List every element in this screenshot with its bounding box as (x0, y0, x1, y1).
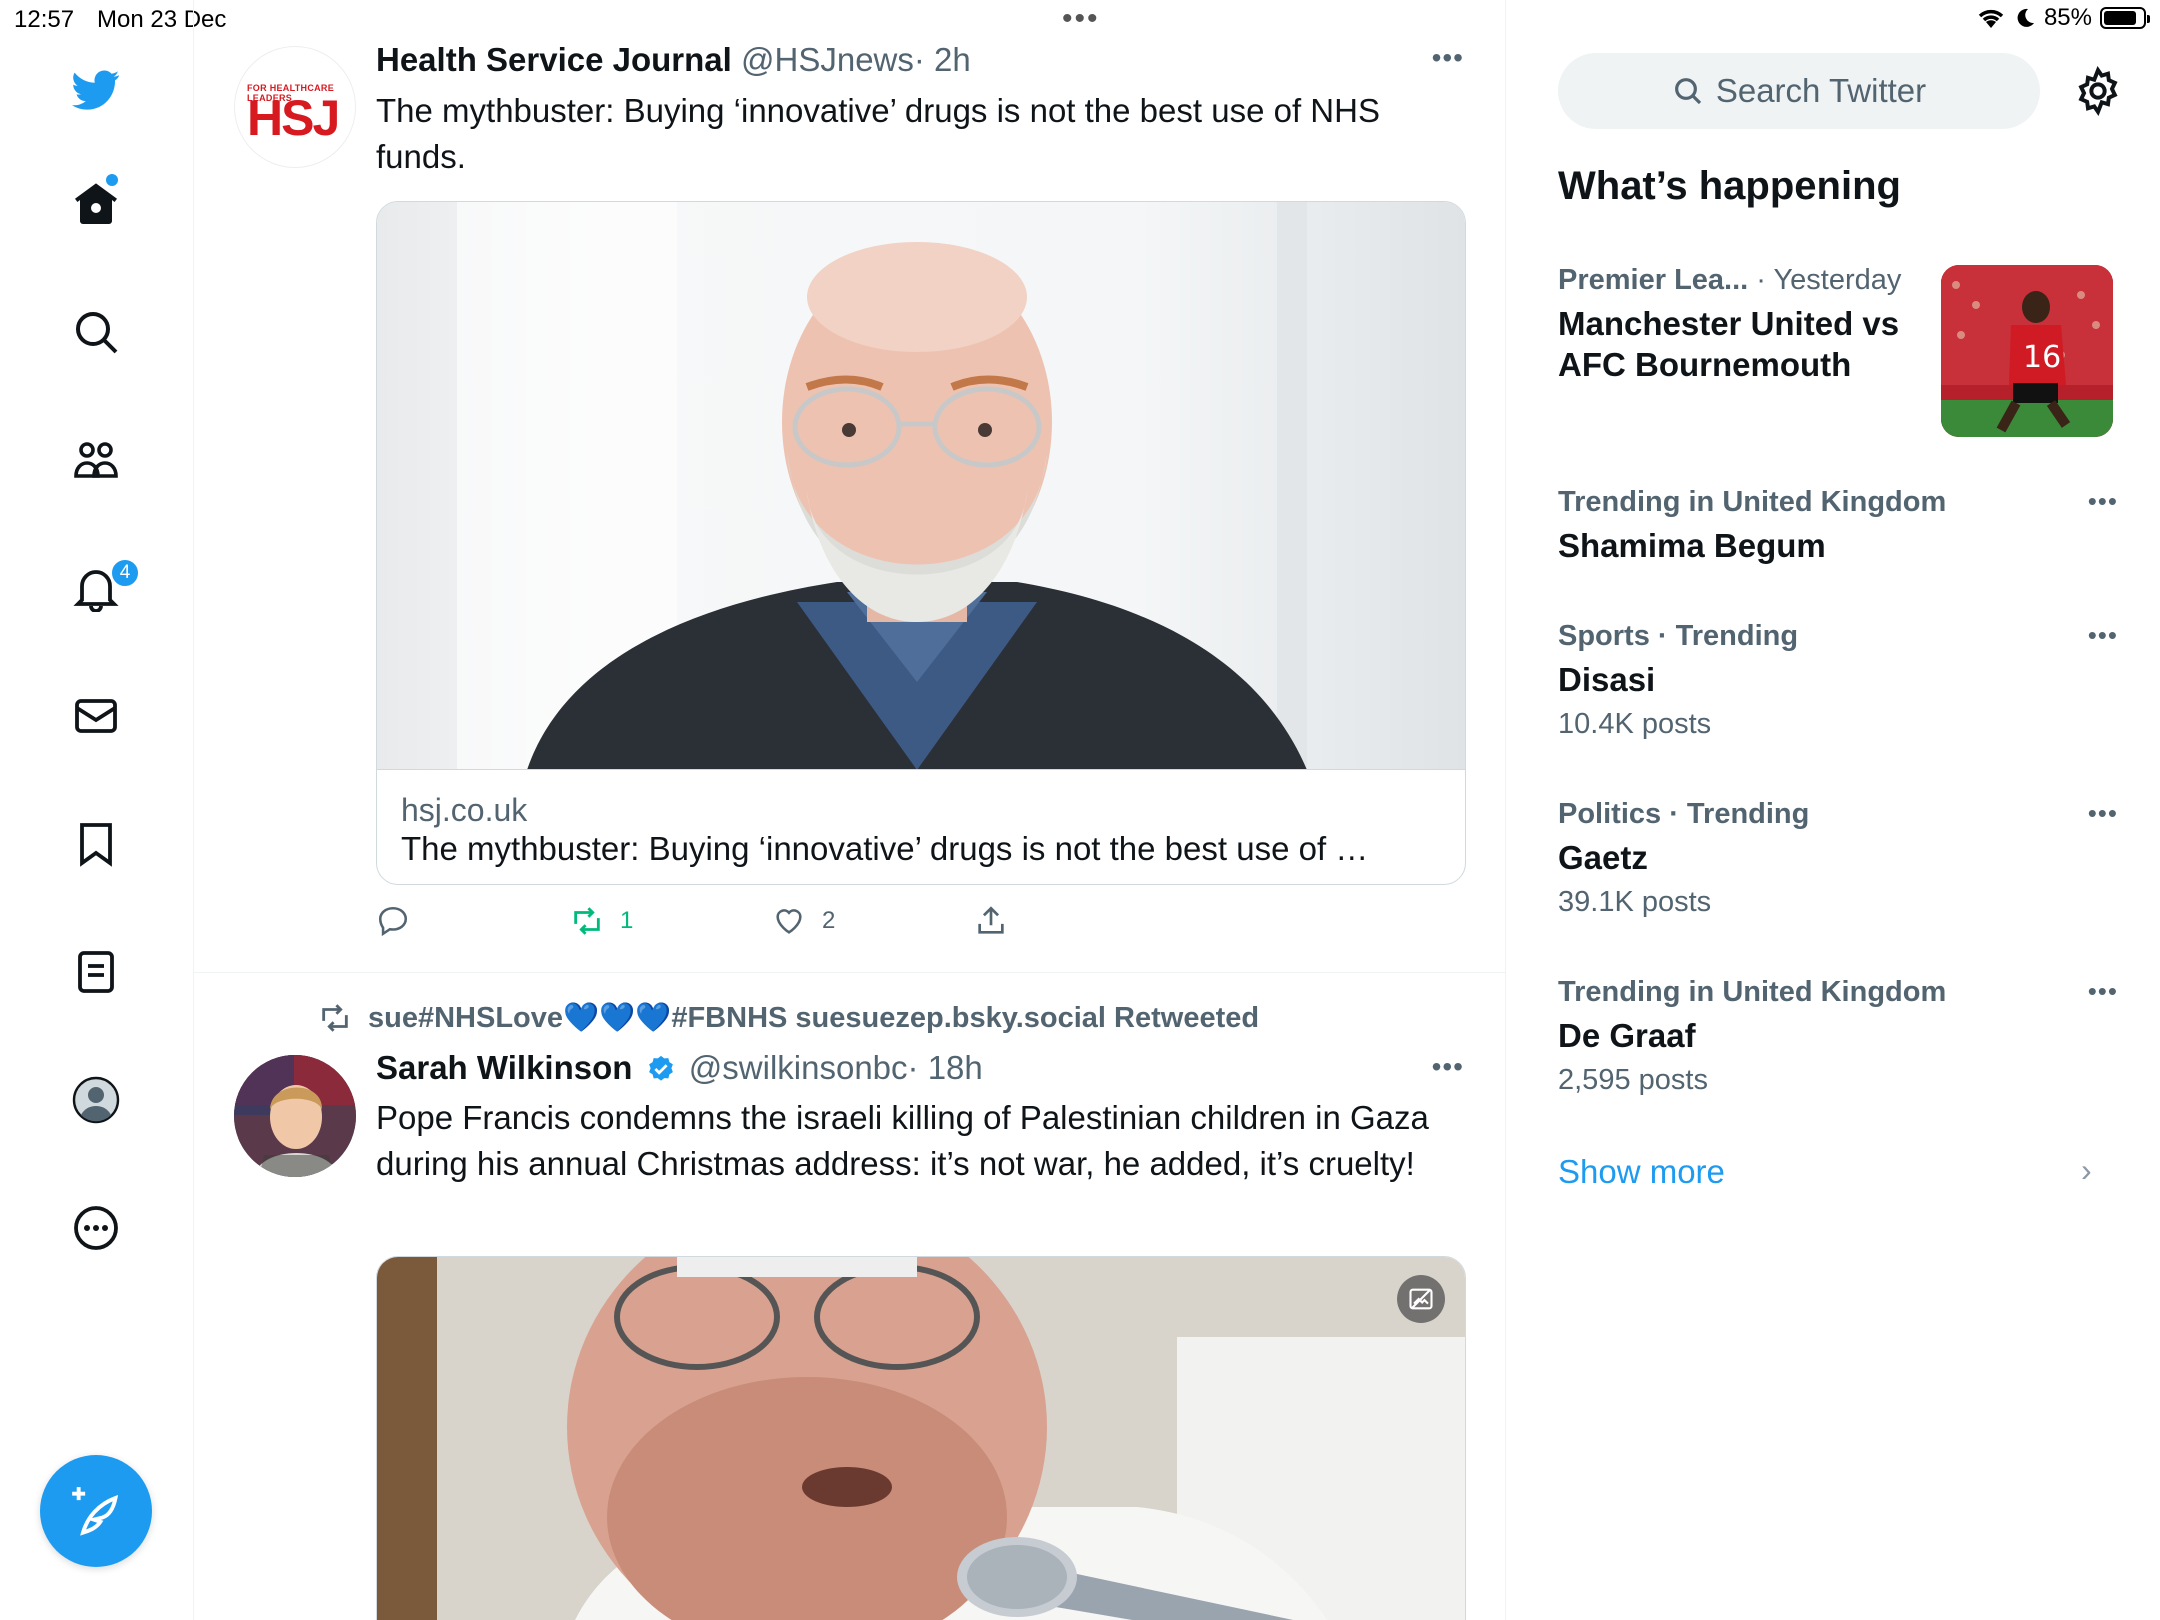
trend-category: Trending in United Kingdom (1558, 486, 1947, 518)
tweet-more-icon[interactable]: ••• (1432, 42, 1464, 74)
trend-time: · Yesterday (1756, 264, 1902, 296)
trend-thumbnail[interactable]: 16 (1941, 265, 2113, 437)
trend-topic: Shamima Begum (1558, 527, 1826, 564)
retweet-context[interactable]: sue#NHSLove💙💙💙#FBNHS suesuezep.bsky.soci… (316, 1001, 1259, 1035)
svg-text:16: 16 (2023, 340, 2061, 375)
retweet-button[interactable]: 1 (570, 904, 633, 938)
link-card-title: The mythbuster: Buying ‘innovative’ drug… (401, 830, 1369, 867)
trend-item[interactable]: Premier Lea... · Yesterday Manchester Un… (1558, 264, 1918, 385)
search-icon[interactable] (66, 302, 126, 362)
tweet-actions: 1 2 (376, 904, 1376, 944)
author-handle[interactable]: @HSJnews (741, 41, 914, 78)
trend-topic: Disasi (1558, 661, 1656, 698)
trend-topic: Gaetz (1558, 839, 1648, 876)
profile-icon[interactable] (66, 1070, 126, 1130)
tweet-text: The mythbuster: Buying ‘innovative’ drug… (376, 92, 1380, 175)
left-nav: 4 (0, 0, 194, 1620)
trend-more-icon[interactable]: ••• (2088, 976, 2118, 1007)
like-count: 2 (822, 907, 836, 934)
bookmark-icon[interactable] (66, 814, 126, 874)
link-card-domain: hsj.co.uk (401, 792, 528, 828)
search-placeholder: Search Twitter (1715, 72, 1927, 109)
author-name[interactable]: Health Service Journal (376, 41, 732, 78)
heart-icon (776, 909, 802, 934)
reply-icon (378, 906, 408, 937)
whats-happening-title: What’s happening (1558, 164, 1901, 208)
sensitive-media-icon[interactable] (1397, 1275, 1445, 1323)
tweet-header: Health Service Journal @HSJnews· 2h (376, 41, 971, 79)
trend-count: 39.1K posts (1558, 886, 1712, 918)
retweet-icon (574, 907, 600, 935)
share-button[interactable] (974, 904, 1008, 938)
avatar-photo (234, 1055, 356, 1177)
avatar-wilkinson[interactable] (234, 1055, 356, 1177)
compose-button[interactable] (40, 1455, 152, 1567)
trend-more-icon[interactable]: ••• (2088, 798, 2118, 829)
tweet-header: Sarah Wilkinson @swilkinsonbc· 18h (376, 1049, 983, 1087)
tweet-more-icon[interactable]: ••• (1432, 1051, 1464, 1083)
lists-icon[interactable] (66, 942, 126, 1002)
like-button[interactable]: 2 (772, 904, 835, 938)
show-more-link[interactable]: Show more (1558, 1153, 1725, 1191)
notifications-badge: 4 (110, 558, 140, 588)
more-icon[interactable] (66, 1198, 126, 1258)
trend-count: 2,595 posts (1558, 1064, 1708, 1096)
trend-item[interactable]: Trending in United Kingdom De Graaf 2,59… (1558, 976, 2118, 1097)
reply-button[interactable] (376, 904, 410, 938)
gear-icon[interactable] (2073, 66, 2123, 116)
retweet-context-icon (322, 1004, 348, 1032)
search-input[interactable]: Search Twitter (1558, 53, 2040, 129)
link-card[interactable]: hsj.co.uk The mythbuster: Buying ‘innova… (376, 201, 1466, 885)
tweet-text: Pope Francis condemns the israeli killin… (376, 1099, 1429, 1182)
chevron-right-icon[interactable]: › (2081, 1152, 2092, 1189)
trend-meta: Premier Lea... · Yesterday (1558, 264, 1918, 297)
home-unread-dot (106, 174, 118, 186)
football-photo: 16 (1941, 265, 2113, 437)
mail-icon[interactable] (66, 686, 126, 746)
retweeted-by: sue#NHSLove💙💙💙#FBNHS suesuezep.bsky.soci… (368, 1002, 1260, 1034)
trend-topic: Manchester United vs AFC Bournemouth (1558, 305, 1900, 383)
author-handle[interactable]: @swilkinsonbc (689, 1049, 908, 1086)
avatar-hsj[interactable]: FOR HEALTHCARE LEADERS HSJ (234, 46, 356, 168)
trend-item[interactable]: Trending in United Kingdom Shamima Begum… (1558, 486, 2118, 566)
twitter-logo-icon[interactable] (66, 60, 126, 120)
trend-more-icon[interactable]: ••• (2088, 620, 2118, 651)
trend-category: Trending in United Kingdom (1558, 976, 1947, 1008)
search-icon (1674, 78, 1701, 105)
author-name[interactable]: Sarah Wilkinson (376, 1049, 632, 1086)
trend-category: Premier Lea... (1558, 264, 1749, 296)
portrait-photo (457, 202, 1307, 769)
compose-icon (72, 1487, 119, 1536)
retweet-count: 1 (620, 907, 634, 934)
hsj-logo: HSJ (247, 90, 340, 146)
timeline[interactable]: FOR HEALTHCARE LEADERS HSJ Health Servic… (194, 0, 1506, 1620)
trend-category: Politics · Trending (1558, 798, 1810, 830)
verified-badge-icon (648, 1055, 673, 1081)
trend-more-icon[interactable]: ••• (2088, 486, 2118, 517)
link-card-image (377, 202, 1465, 770)
trend-topic: De Graaf (1558, 1017, 1696, 1054)
tweet-divider (194, 972, 1505, 973)
tweet-time: · 2h (913, 41, 971, 78)
tweet-media-video[interactable] (376, 1256, 1466, 1620)
communities-icon[interactable] (66, 430, 126, 490)
pope-photo (377, 1257, 1465, 1620)
share-icon (978, 906, 1004, 934)
tweet-time: · 18h (907, 1049, 983, 1086)
trend-count: 10.4K posts (1558, 708, 1712, 740)
right-sidebar: Search Twitter What’s happening Premier … (1507, 0, 2160, 1620)
trend-category: Sports · Trending (1558, 620, 1799, 652)
trend-item[interactable]: Sports · Trending Disasi 10.4K posts ••• (1558, 620, 2118, 741)
trend-item[interactable]: Politics · Trending Gaetz 39.1K posts ••… (1558, 798, 2118, 919)
